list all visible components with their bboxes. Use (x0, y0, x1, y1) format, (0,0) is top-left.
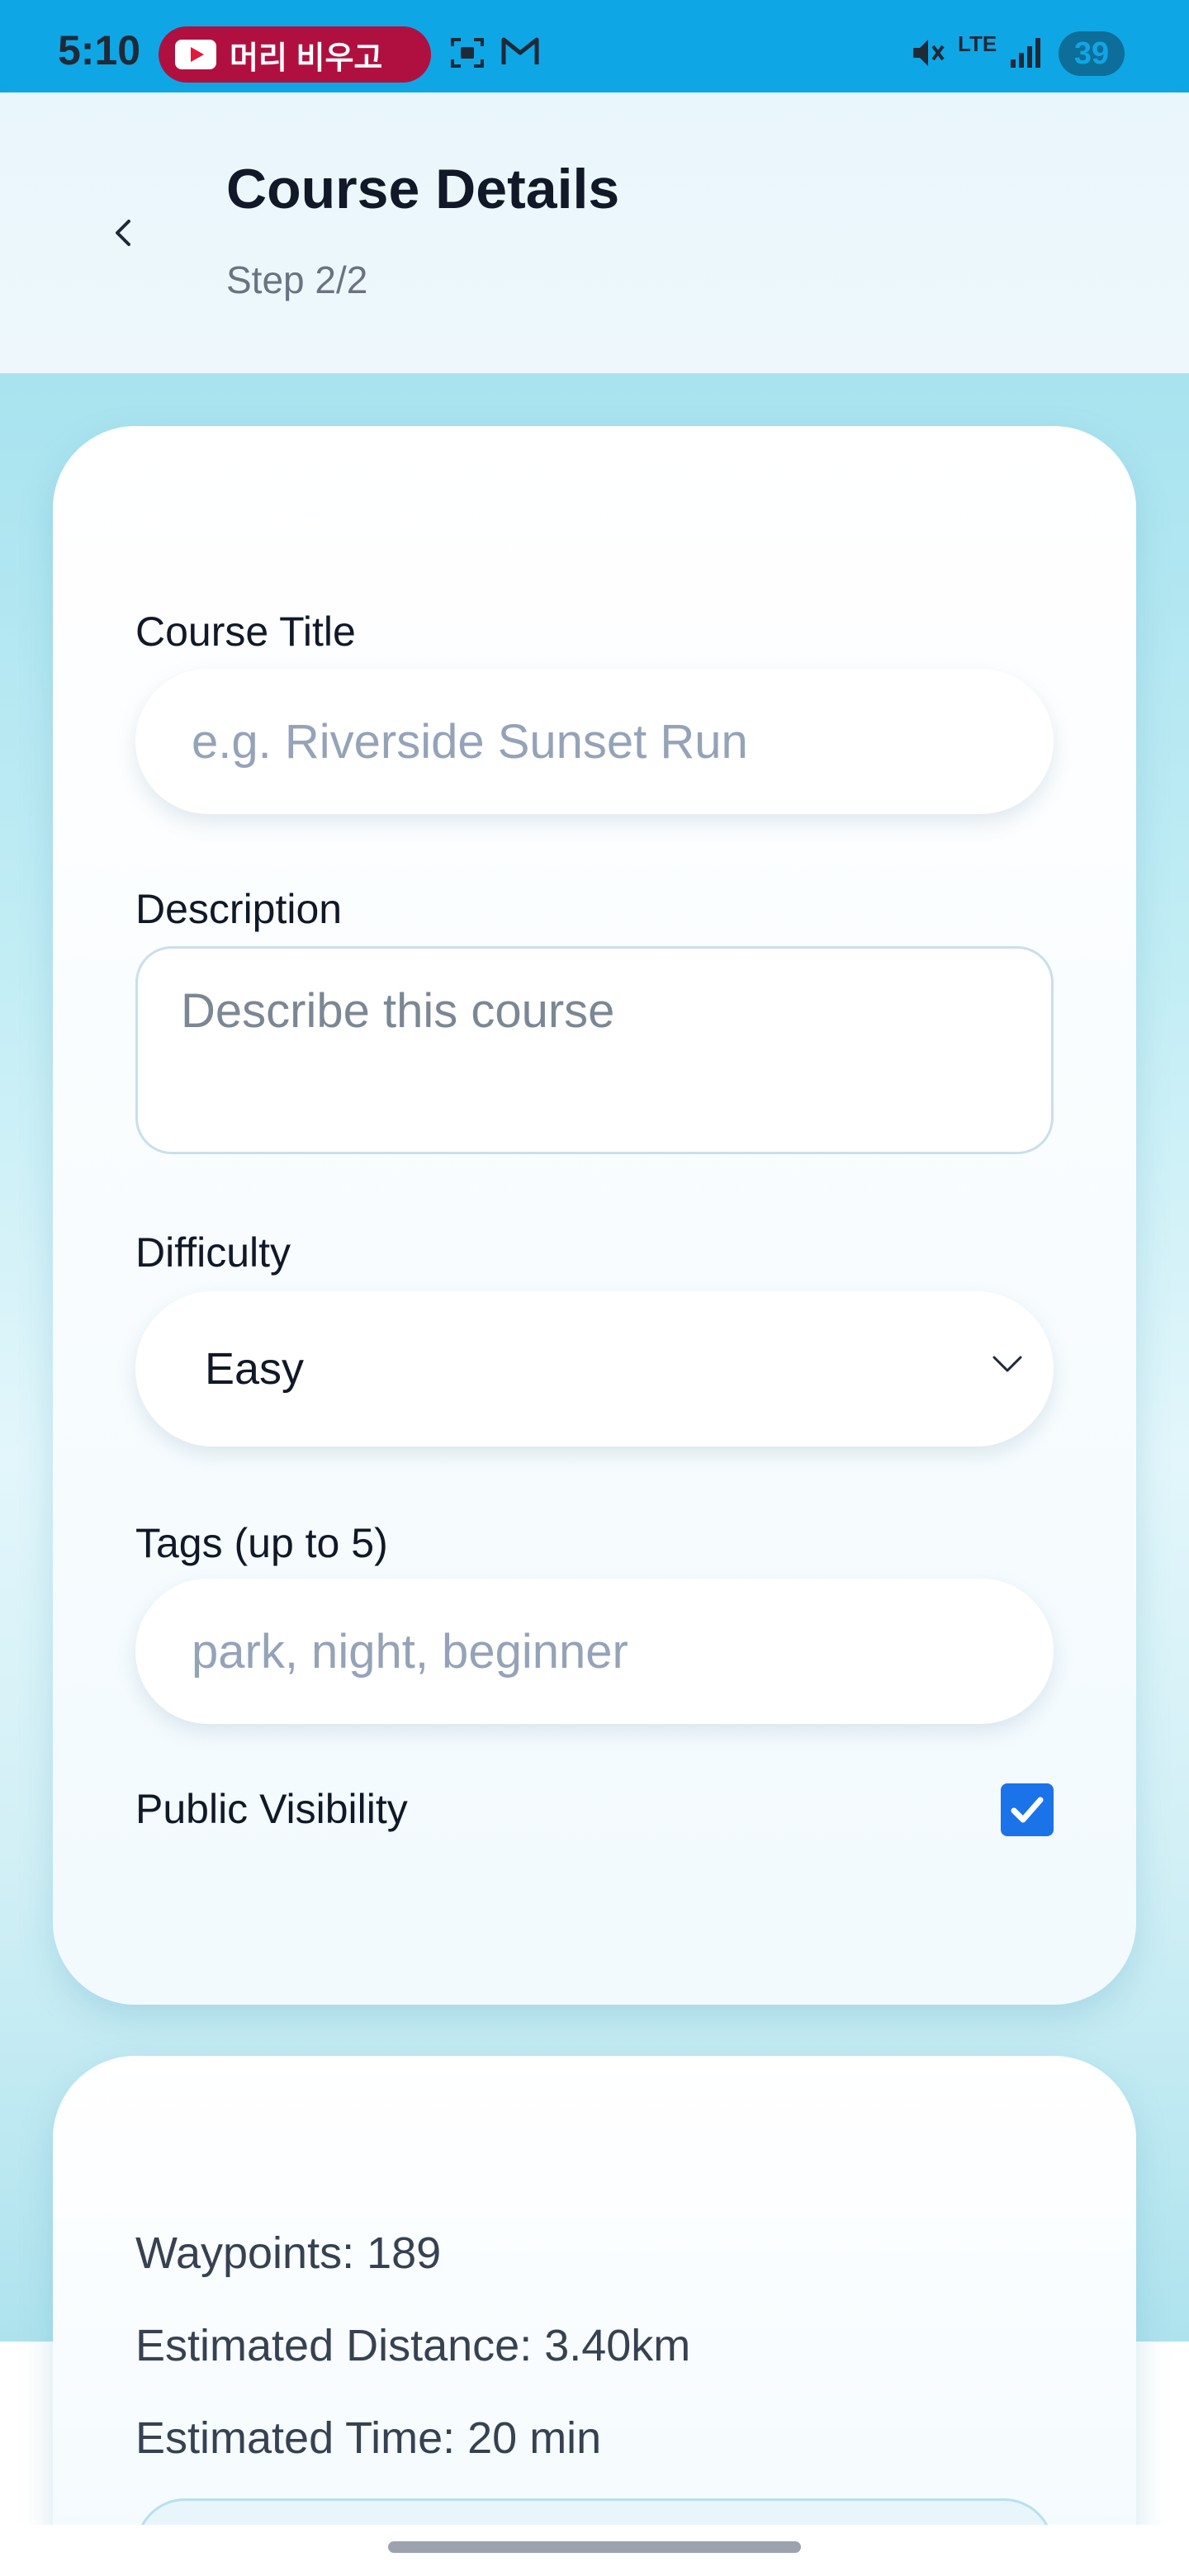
media-title: 머리 비우고 (230, 40, 383, 76)
back-button[interactable] (99, 208, 149, 258)
page-header (0, 92, 1189, 373)
waypoints-stat: Waypoints: 189 (135, 2228, 442, 2278)
tags-input[interactable]: park, night, beginner (135, 1579, 1054, 1724)
course-form-card (53, 426, 1136, 2005)
course-title-placeholder: e.g. Riverside Sunset Run (192, 714, 748, 769)
time-stat: Estimated Time: 20 min (135, 2413, 602, 2463)
difficulty-label: Difficulty (135, 1229, 291, 1276)
status-time: 5:10 (58, 27, 141, 73)
page-subtitle: Step 2/2 (226, 258, 368, 301)
home-indicator[interactable] (388, 2541, 801, 2553)
screenshot-icon (449, 35, 486, 77)
public-visibility-checkbox[interactable] (1001, 1783, 1054, 1836)
difficulty-select[interactable]: Easy (135, 1291, 1054, 1447)
gmail-icon (500, 35, 540, 73)
status-bar: 5:10 머리 비우고 LTE 39 (0, 0, 1189, 92)
course-title-label: Course Title (135, 608, 356, 655)
chevron-left-icon (116, 220, 130, 246)
description-textarea[interactable]: Describe this course (135, 946, 1054, 1154)
battery-indicator: 39 (1059, 31, 1125, 76)
description-placeholder: Describe this course (181, 984, 615, 1038)
tags-placeholder: park, night, beginner (192, 1624, 628, 1679)
difficulty-value: Easy (205, 1344, 305, 1394)
description-label: Description (135, 886, 343, 932)
tags-label: Tags (up to 5) (135, 1520, 388, 1566)
distance-stat: Estimated Distance: 3.40km (135, 2321, 691, 2370)
course-title-input[interactable]: e.g. Riverside Sunset Run (135, 669, 1054, 814)
lte-icon: LTE (958, 31, 997, 56)
chevron-down-icon (992, 1356, 1022, 1372)
page-title: Course Details (226, 158, 620, 220)
checkmark-icon (1011, 1797, 1044, 1823)
signal-icon (1007, 35, 1044, 77)
media-notification-pill[interactable]: 머리 비우고 (159, 26, 431, 83)
youtube-icon (175, 40, 216, 69)
public-visibility-label: Public Visibility (135, 1786, 408, 1832)
mute-icon (908, 35, 945, 77)
